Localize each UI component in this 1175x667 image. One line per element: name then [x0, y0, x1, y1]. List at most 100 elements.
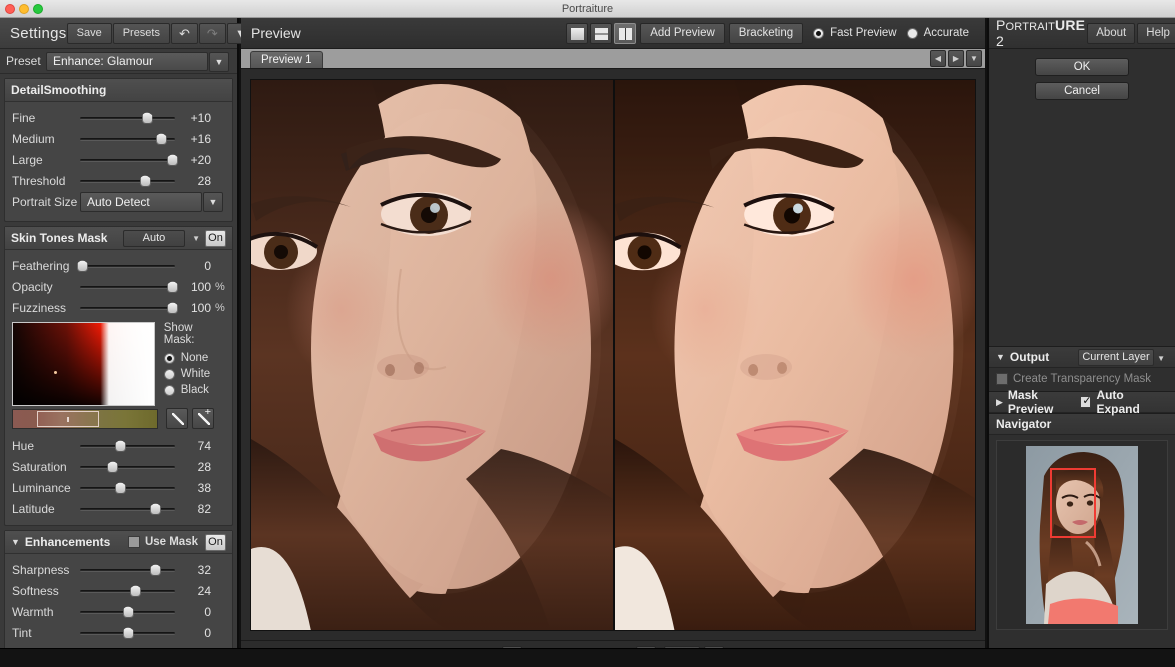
about-button[interactable]: About [1087, 22, 1136, 44]
radio-icon[interactable] [813, 27, 825, 39]
render-mode-fast-preview[interactable]: Fast Preview [813, 25, 897, 41]
skin-tones-mask-toggle[interactable]: On [205, 229, 226, 247]
enhancements-toggle[interactable]: On [205, 533, 226, 551]
skin-tones-mask-header[interactable]: Skin Tones Mask Auto ▼ On [5, 227, 232, 250]
single-view-icon[interactable] [566, 22, 589, 44]
radio-icon[interactable] [163, 384, 175, 396]
eyedropper-icon[interactable] [166, 408, 188, 429]
radio-icon[interactable] [163, 352, 175, 364]
help-button[interactable]: Help [1137, 22, 1175, 44]
mask-preview-header[interactable]: ▶ Mask Preview Auto Expand [989, 388, 1175, 416]
preview-image-after[interactable] [613, 80, 975, 630]
slider-value: 38 [197, 480, 211, 495]
chevron-down-icon[interactable]: ▼ [966, 50, 982, 67]
slider-tint[interactable] [80, 626, 175, 640]
checkbox-icon[interactable] [996, 373, 1008, 385]
render-mode-accurate[interactable]: Accurate [906, 25, 969, 41]
tab-navigation: ◀ ▶ ▼ [928, 50, 982, 67]
portrait-size-select[interactable]: Auto Detect ▼ [80, 192, 223, 212]
enhancements-header[interactable]: ▼ Enhancements Use Mask On [5, 531, 232, 554]
chevron-right-icon[interactable]: ▶ [948, 50, 964, 67]
save-button[interactable]: Save [66, 22, 112, 44]
triangle-down-icon[interactable]: ▼ [11, 537, 20, 547]
slider-fine[interactable] [80, 111, 175, 125]
settings-panel: Settings Save Presets ↶ ↷ ▼ Preset Enhan… [0, 18, 256, 667]
slider-feathering[interactable] [76, 259, 175, 273]
show-mask-option-label: Black [180, 384, 209, 396]
chevron-down-icon[interactable]: ▼ [203, 192, 223, 212]
chevron-down-icon[interactable]: ▼ [209, 51, 229, 72]
tone-range-selection[interactable] [37, 410, 99, 427]
slider-threshold[interactable] [80, 174, 175, 188]
render-mode-label: Accurate [923, 27, 969, 39]
tone-range-bar[interactable] [12, 408, 158, 429]
slider-label: Warmth [12, 604, 54, 619]
navigator-frame[interactable] [996, 440, 1168, 630]
triangle-down-icon[interactable]: ▼ [996, 352, 1005, 362]
slider-sharpness[interactable] [80, 563, 175, 577]
slider-row: Luminance 38 [5, 477, 232, 498]
triangle-right-icon[interactable]: ▶ [996, 397, 1003, 408]
brand-ortrait: ORTRAIT [1005, 21, 1056, 33]
slider-label: Threshold [12, 173, 66, 188]
preview-image-before[interactable] [251, 80, 613, 630]
slider-softness[interactable] [80, 584, 175, 598]
show-mask-option-label: None [180, 352, 209, 364]
slider-opacity[interactable] [80, 280, 179, 294]
split-horizontal-icon[interactable] [590, 22, 613, 44]
auto-expand-checkbox[interactable]: Auto Expand [1080, 388, 1164, 416]
slider-medium[interactable] [80, 132, 175, 146]
preview-canvas [241, 70, 985, 640]
show-mask-option-black[interactable]: Black [163, 382, 225, 398]
output-title: Output [1009, 350, 1050, 364]
output-target-select[interactable]: Current Layer ▼ [1078, 348, 1165, 366]
cancel-button[interactable]: Cancel [1035, 82, 1129, 100]
enhancements-title: Enhancements [24, 535, 111, 549]
slider-hue[interactable] [80, 439, 175, 453]
undo-icon[interactable]: ↶ [170, 22, 198, 44]
show-mask-option-white[interactable]: White [163, 366, 225, 382]
use-mask-checkbox[interactable]: Use Mask [127, 536, 198, 548]
ok-button[interactable]: OK [1035, 58, 1129, 76]
eyedropper-add-icon[interactable] [192, 408, 214, 429]
preview-title: Preview [251, 25, 301, 41]
skin-mode-select[interactable]: Auto ▼ [123, 229, 200, 247]
presets-button[interactable]: Presets [112, 22, 170, 44]
slider-label: Sharpness [12, 562, 70, 577]
slider-label: Latitude [12, 501, 55, 516]
output-header[interactable]: ▼ Output Current Layer ▼ [989, 347, 1175, 368]
slider-large[interactable] [80, 153, 179, 167]
checkbox-icon[interactable] [127, 536, 140, 548]
chevron-down-icon[interactable]: ▼ [1157, 351, 1165, 366]
checkbox-icon[interactable] [1080, 394, 1092, 408]
preview-header: Preview Add Preview Bracketing Fast Prev… [241, 18, 985, 49]
detail-smoothing-header[interactable]: DetailSmoothing [5, 79, 232, 102]
brand-version: 2 [996, 33, 1004, 49]
chevron-down-icon[interactable]: ▼ [192, 234, 200, 243]
tab-preview-1[interactable]: Preview 1 [250, 51, 323, 68]
preset-label: Preset [6, 54, 41, 68]
preset-select[interactable]: Enhance: Glamour ▼ [46, 51, 229, 72]
slider-luminance[interactable] [80, 481, 175, 495]
preview-image-area[interactable] [250, 79, 976, 631]
split-vertical-icon[interactable] [614, 22, 637, 44]
navigator-thumbnail[interactable] [1026, 446, 1138, 624]
navigator-viewport-box[interactable] [1050, 468, 1096, 538]
preset-row: Preset Enhance: Glamour ▼ [0, 49, 237, 74]
slider-fuzziness[interactable] [80, 301, 179, 315]
bracketing-button[interactable]: Bracketing [728, 22, 804, 44]
navigator-title: Navigator [996, 417, 1052, 431]
slider-latitude[interactable] [80, 502, 175, 516]
redo-icon[interactable]: ↷ [198, 22, 226, 44]
slider-warmth[interactable] [80, 605, 175, 619]
show-mask-option-none[interactable]: None [163, 350, 225, 366]
slider-row: Medium +16 [5, 128, 232, 149]
skin-color-gradient[interactable] [12, 322, 155, 406]
tone-range-area [5, 408, 232, 429]
chevron-left-icon[interactable]: ◀ [930, 50, 946, 67]
add-preview-button[interactable]: Add Preview [640, 22, 725, 44]
slider-saturation[interactable] [80, 460, 175, 474]
radio-icon[interactable] [163, 368, 175, 380]
radio-icon[interactable] [906, 27, 918, 39]
right-panel-header: PORTRAITURE 2 About Help [989, 17, 1175, 49]
